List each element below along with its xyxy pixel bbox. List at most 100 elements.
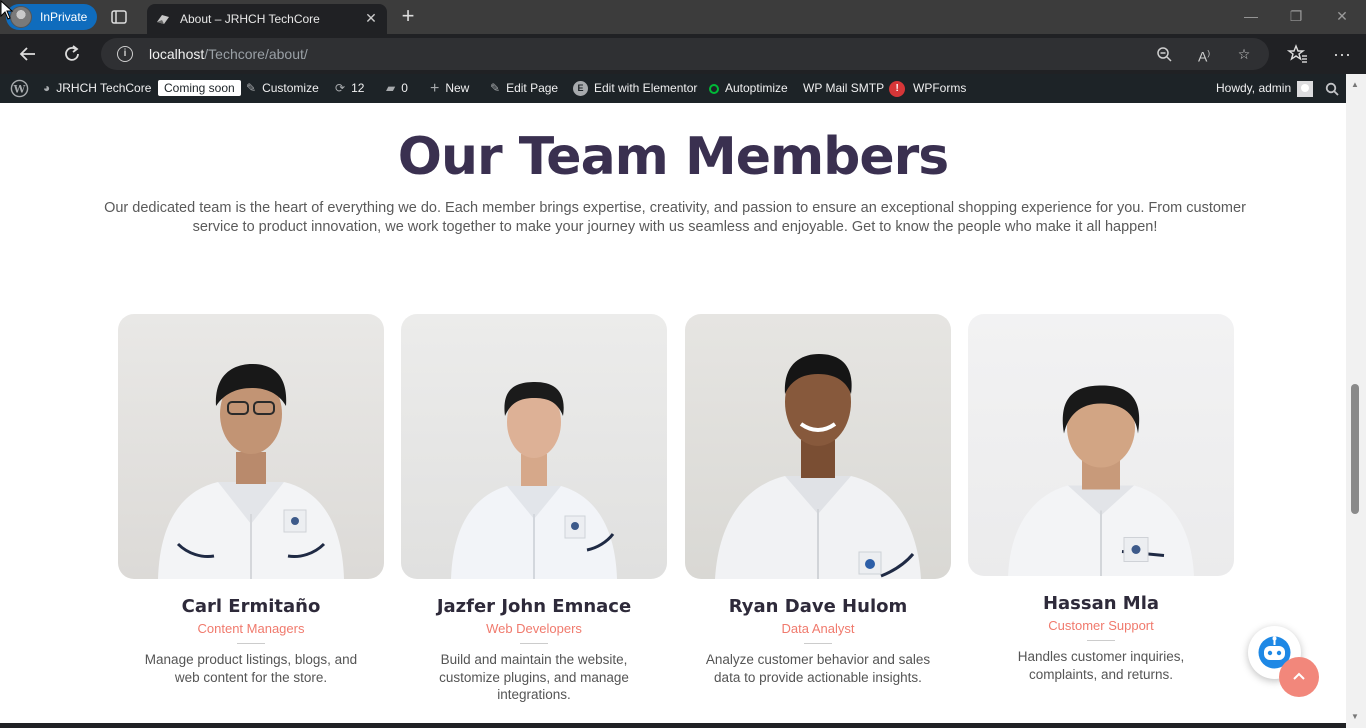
admin-bar-autoptimize[interactable]: Autoptimize bbox=[709, 74, 788, 103]
admin-bar-edit-page[interactable]: ✎ Edit Page bbox=[490, 74, 558, 103]
minimize-icon[interactable]: — bbox=[1241, 6, 1261, 26]
section-title: Our Team Members bbox=[397, 127, 949, 187]
pencil-icon: ✎ bbox=[490, 81, 501, 96]
mouse-cursor-icon bbox=[0, 0, 14, 20]
wpforms-label: WPForms bbox=[913, 81, 967, 95]
member-role: Content Managers bbox=[197, 621, 305, 636]
close-tab-icon[interactable]: ✕ bbox=[363, 10, 379, 26]
comments-count: 0 bbox=[401, 81, 408, 95]
team-card: Carl Ermitaño Content Managers Manage pr… bbox=[118, 314, 384, 686]
page-scrollbar[interactable]: ▲ ▼ bbox=[1346, 74, 1366, 728]
member-name: Hassan Mla bbox=[1042, 593, 1160, 614]
member-name: Jazfer John Emnace bbox=[436, 596, 632, 617]
admin-bar-updates[interactable]: ⟳ 12 bbox=[335, 74, 364, 103]
active-tab[interactable]: About – JRHCH TechCore ✕ bbox=[147, 4, 387, 34]
team-photo bbox=[401, 314, 667, 579]
page-viewport: Our Team Members Our dedicated team is t… bbox=[0, 103, 1346, 723]
site-info-icon[interactable]: i bbox=[117, 46, 133, 62]
admin-bar-account[interactable]: Howdy, admin bbox=[1216, 74, 1314, 103]
site-name: JRHCH TechCore bbox=[56, 81, 152, 95]
browser-toolbar: i localhost/Techcore/about/ A) ☆ ··· bbox=[0, 34, 1366, 74]
favorites-icon[interactable] bbox=[1286, 43, 1309, 65]
paintbrush-icon: ✎ bbox=[246, 81, 257, 96]
admin-bar-site[interactable]: ◕ JRHCH TechCore bbox=[43, 74, 151, 103]
elementor-logo-icon: E bbox=[573, 81, 588, 97]
new-tab-icon[interactable]: + bbox=[398, 5, 418, 27]
address-bar[interactable]: i localhost/Techcore/about/ A) ☆ bbox=[101, 38, 1269, 70]
person-photo-icon bbox=[451, 382, 617, 579]
tab-actions-icon[interactable] bbox=[110, 8, 128, 26]
member-name: Carl Ermitaño bbox=[181, 596, 321, 617]
coming-soon-badge[interactable]: Coming soon bbox=[158, 74, 241, 103]
wp-mail-smtp-label: WP Mail SMTP bbox=[803, 81, 885, 95]
chevron-up-icon bbox=[1293, 672, 1305, 680]
scroll-to-top-button[interactable] bbox=[1279, 657, 1319, 697]
dashboard-gauge-icon: ◕ bbox=[43, 81, 51, 96]
team-card: Ryan Dave Hulom Data Analyst Analyze cus… bbox=[685, 314, 951, 686]
admin-bar-wp-mail-smtp[interactable]: WP Mail SMTP! bbox=[803, 74, 906, 103]
read-aloud-icon[interactable]: A) bbox=[1195, 45, 1213, 65]
inprivate-badge[interactable]: InPrivate bbox=[6, 4, 98, 30]
divider bbox=[1087, 640, 1115, 641]
tab-title: About – JRHCH TechCore bbox=[180, 12, 320, 26]
member-description: Build and maintain the website, customiz… bbox=[439, 652, 629, 702]
inprivate-label: InPrivate bbox=[40, 10, 88, 24]
scroll-up-arrow-icon[interactable]: ▲ bbox=[1351, 80, 1359, 89]
zoom-out-icon[interactable] bbox=[1155, 45, 1173, 63]
autoptimize-status-icon bbox=[709, 83, 719, 94]
restore-icon[interactable]: ❐ bbox=[1286, 6, 1306, 26]
url-text: localhost/Techcore/about/ bbox=[149, 46, 308, 62]
window-bottom-edge bbox=[0, 723, 1346, 728]
team-card: Hassan Mla Customer Support Handles cust… bbox=[968, 314, 1234, 683]
member-role: Web Developers bbox=[486, 621, 582, 636]
member-description: Analyze customer behavior and sales data… bbox=[705, 652, 931, 685]
more-menu-icon[interactable]: ··· bbox=[1331, 43, 1353, 65]
wordpress-logo-icon[interactable]: W bbox=[10, 74, 29, 103]
close-window-icon[interactable]: ✕ bbox=[1332, 6, 1352, 26]
comment-bubble-icon: ▰ bbox=[386, 81, 396, 96]
member-role: Customer Support bbox=[1048, 618, 1154, 633]
member-description: Handles customer inquiries, complaints, … bbox=[1017, 649, 1185, 682]
new-label: New bbox=[445, 81, 470, 95]
refresh-icon[interactable] bbox=[61, 43, 83, 65]
customize-label: Customize bbox=[262, 81, 319, 95]
team-card: Jazfer John Emnace Web Developers Build … bbox=[401, 314, 667, 704]
smtp-alert-icon: ! bbox=[889, 80, 906, 97]
member-name: Ryan Dave Hulom bbox=[728, 596, 908, 617]
admin-bar-wpforms[interactable]: WPForms bbox=[913, 74, 966, 103]
admin-bar-customize[interactable]: ✎ Customize bbox=[246, 74, 319, 103]
divider bbox=[804, 643, 832, 644]
admin-bar-search-icon[interactable] bbox=[1325, 74, 1339, 103]
section-intro: Our dedicated team is the heart of every… bbox=[104, 200, 1246, 235]
user-avatar-icon bbox=[1297, 80, 1314, 97]
member-description: Manage product listings, blogs, and web … bbox=[144, 652, 358, 685]
person-photo-icon bbox=[158, 364, 344, 579]
site-favicon-icon bbox=[156, 13, 170, 25]
divider bbox=[237, 643, 265, 644]
team-photo bbox=[118, 314, 384, 579]
wp-admin-bar: W ◕ JRHCH TechCore Coming soon ✎ Customize… bbox=[0, 74, 1346, 103]
person-photo-icon bbox=[1008, 385, 1194, 576]
divider bbox=[520, 643, 548, 644]
admin-bar-comments[interactable]: ▰ 0 bbox=[386, 74, 408, 103]
coming-soon-label: Coming soon bbox=[158, 80, 241, 96]
team-photo bbox=[685, 314, 951, 579]
admin-bar-elementor[interactable]: E Edit with Elementor bbox=[573, 74, 697, 103]
scrollbar-thumb[interactable] bbox=[1351, 384, 1359, 514]
autoptimize-label: Autoptimize bbox=[725, 81, 788, 95]
person-photo-icon bbox=[715, 354, 921, 579]
favorite-star-icon[interactable]: ☆ bbox=[1235, 45, 1253, 63]
scroll-down-arrow-icon[interactable]: ▼ bbox=[1351, 712, 1359, 721]
edit-page-label: Edit Page bbox=[506, 81, 559, 95]
browser-tab-strip: InPrivate About – JRHCH TechCore ✕ + — ❐… bbox=[0, 0, 1366, 34]
team-photo bbox=[968, 314, 1234, 576]
svg-text:W: W bbox=[13, 84, 26, 96]
admin-bar-new[interactable]: + New bbox=[430, 74, 469, 103]
member-role: Data Analyst bbox=[781, 621, 855, 636]
updates-refresh-icon: ⟳ bbox=[335, 81, 346, 96]
howdy-label: Howdy, admin bbox=[1216, 81, 1292, 95]
edit-elementor-label: Edit with Elementor bbox=[594, 81, 698, 95]
back-icon[interactable] bbox=[17, 43, 39, 65]
updates-count: 12 bbox=[351, 81, 365, 95]
plus-icon: + bbox=[430, 80, 440, 98]
